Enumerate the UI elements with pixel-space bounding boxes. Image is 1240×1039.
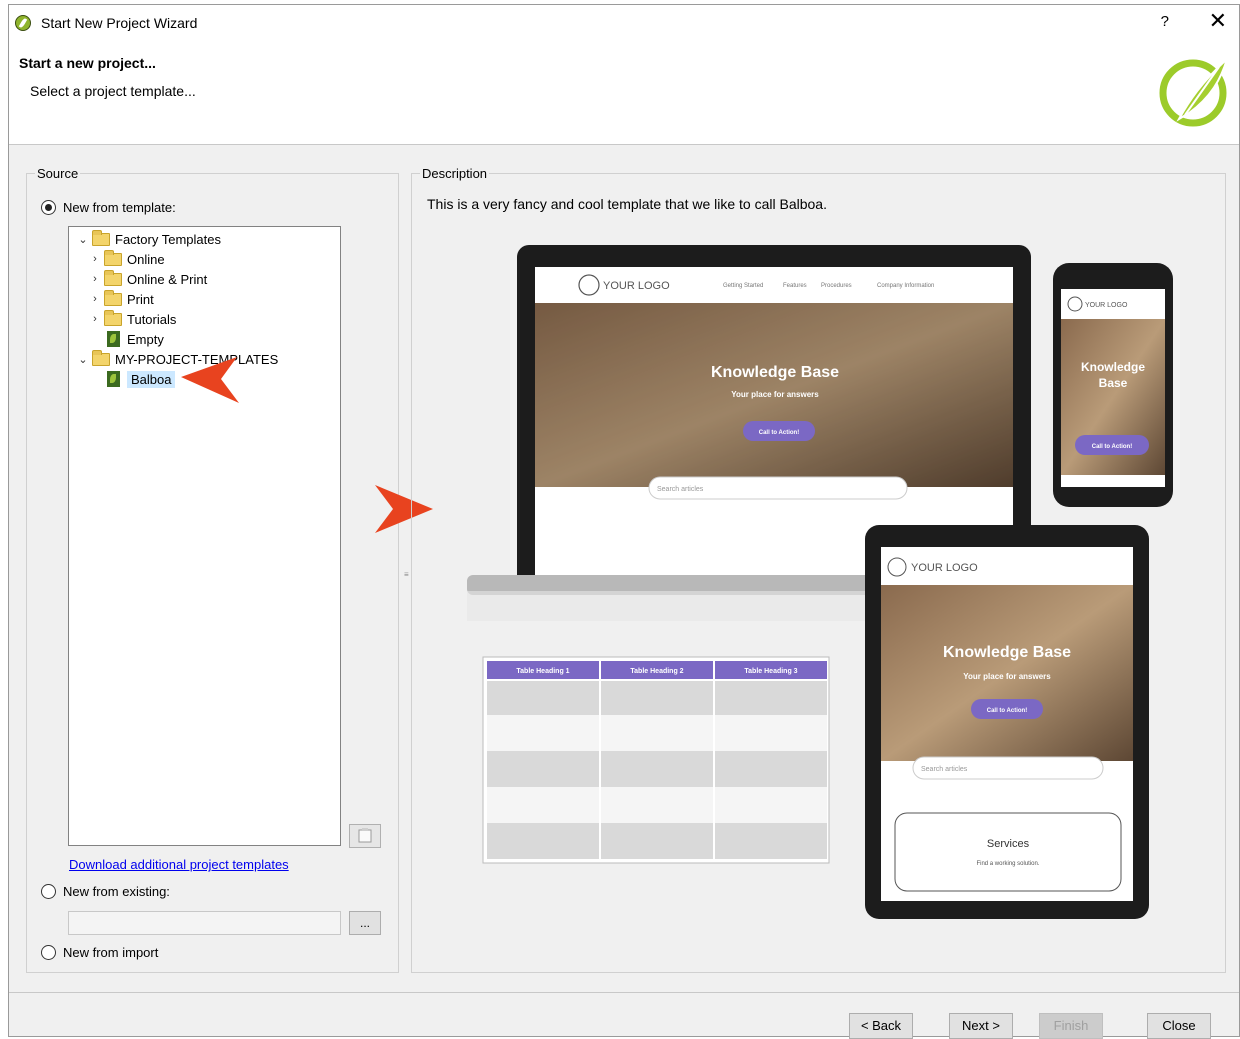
preview-table-heading: Table Heading 1 [516,668,569,675]
preview-table-heading: Table Heading 3 [744,668,797,675]
close-button[interactable]: Close [1147,1013,1211,1039]
folder-icon [104,269,122,286]
new-from-template-radio[interactable] [41,200,56,215]
app-icon [15,15,31,31]
svg-text:Knowledge: Knowledge [1081,360,1145,374]
wizard-window: Start New Project Wizard ? ✕ Start a new… [8,4,1240,1039]
brand-logo-icon [1159,55,1230,127]
preview-search: Search articles [921,766,968,773]
tablet-mockup: YOUR LOGO Knowledge Base Your place for … [865,525,1149,919]
new-from-existing-option[interactable]: New from existing: [41,884,170,899]
chevron-down-icon[interactable]: ⌄ [77,233,89,246]
footer-divider [9,992,1239,993]
preview-search: Search articles [657,486,704,493]
folder-icon [104,309,122,326]
tree-item-tutorials[interactable]: › Tutorials [89,309,176,329]
tree-item-label: Tutorials [127,311,177,327]
new-from-import-option[interactable]: New from import [41,945,158,960]
close-window-button[interactable]: ✕ [1209,9,1227,33]
new-from-template-option[interactable]: New from template: [41,200,176,215]
preview-kb-sub: Your place for answers [731,390,819,399]
manage-icon [358,828,372,843]
preview-table-heading: Table Heading 2 [630,668,683,675]
template-tree[interactable]: ⌄ Factory Templates › Online › Online & … [68,226,341,846]
splitter-handle[interactable]: ≡ [404,570,409,579]
preview-cta: Call to Action! [987,708,1027,714]
title-bar: Start New Project Wizard ? ✕ [9,5,1239,41]
header-subtitle: Select a project template... [30,83,196,99]
tree-item-label: Factory Templates [115,231,221,247]
preview-cta: Call to Action! [759,430,799,436]
next-button[interactable]: Next > [949,1013,1013,1039]
manage-templates-button[interactable] [349,824,381,848]
preview-kb-title: Knowledge Base [711,364,839,381]
tree-item-label: Online [127,251,165,267]
tree-item-label: Online & Print [127,271,208,287]
help-button[interactable]: ? [1161,13,1169,30]
tree-item-balboa[interactable]: Balboa [107,369,176,389]
new-from-import-radio[interactable] [41,945,56,960]
source-group: Source New from template: ⌄ Factory Temp… [26,166,399,973]
preview-services-sub: Find a working solution. [976,861,1039,867]
download-templates-link[interactable]: Download additional project templates [69,857,289,872]
preview-logo-text: YOUR LOGO [911,562,978,574]
preview-kb-sub: Your place for answers [963,672,1051,681]
folder-open-icon [92,349,110,366]
description-label: Description [420,166,490,181]
chevron-right-icon[interactable]: › [89,313,101,325]
folder-icon [104,249,122,266]
template-file-icon [107,331,120,347]
preview-logo-text: YOUR LOGO [603,280,670,292]
window-title: Start New Project Wizard [41,15,198,31]
finish-button[interactable]: Finish [1039,1013,1103,1039]
back-button[interactable]: < Back [849,1013,913,1039]
table-mockup: Table Heading 1 Table Heading 2 Table He… [482,656,830,864]
source-label: Source [35,166,81,181]
tree-item-print[interactable]: › Print [89,289,154,309]
preview-nav-item: Procedures [821,283,852,289]
chevron-down-icon[interactable]: ⌄ [77,353,89,366]
existing-project-field[interactable] [68,911,341,935]
svg-text:Base: Base [1099,376,1128,390]
wizard-header: Start a new project... Select a project … [9,41,1239,145]
template-preview-image: YOUR LOGO Getting Started Features Proce… [467,245,1173,919]
preview-kb-title: Knowledge Base [943,644,1071,661]
new-from-import-label: New from import [63,945,159,960]
folder-icon [104,289,122,306]
folder-open-icon [92,229,110,246]
preview-nav-item: Company Information [877,283,934,289]
tree-item-online-print[interactable]: › Online & Print [89,269,207,289]
pointer-arrow-icon [181,357,239,403]
preview-logo-text: YOUR LOGO [1085,302,1128,309]
tree-item-label: Empty [127,331,164,347]
tree-item-label: Balboa [127,370,176,388]
new-from-existing-label: New from existing: [63,884,170,899]
preview-cta: Call to Action! [1092,444,1132,450]
chevron-right-icon[interactable]: › [89,293,101,305]
tree-item-online[interactable]: › Online [89,249,165,269]
chevron-right-icon[interactable]: › [89,273,101,285]
preview-nav-item: Features [783,283,807,289]
chevron-right-icon[interactable]: › [89,253,101,265]
preview-nav-item: Getting Started [723,283,763,289]
new-from-existing-radio[interactable] [41,884,56,899]
phone-mockup: YOUR LOGO Knowledge Base Call to Action! [1053,263,1173,507]
browse-button[interactable]: ... [349,911,381,935]
tree-item-empty[interactable]: Empty [107,329,164,349]
description-text: This is a very fancy and cool template t… [427,196,827,212]
new-from-template-label: New from template: [63,200,176,215]
tree-item-label: Print [127,291,154,307]
preview-services: Services [987,838,1030,850]
header-title: Start a new project... [19,55,156,71]
tree-item-factory-templates[interactable]: ⌄ Factory Templates [77,229,221,249]
template-file-icon [107,371,120,387]
